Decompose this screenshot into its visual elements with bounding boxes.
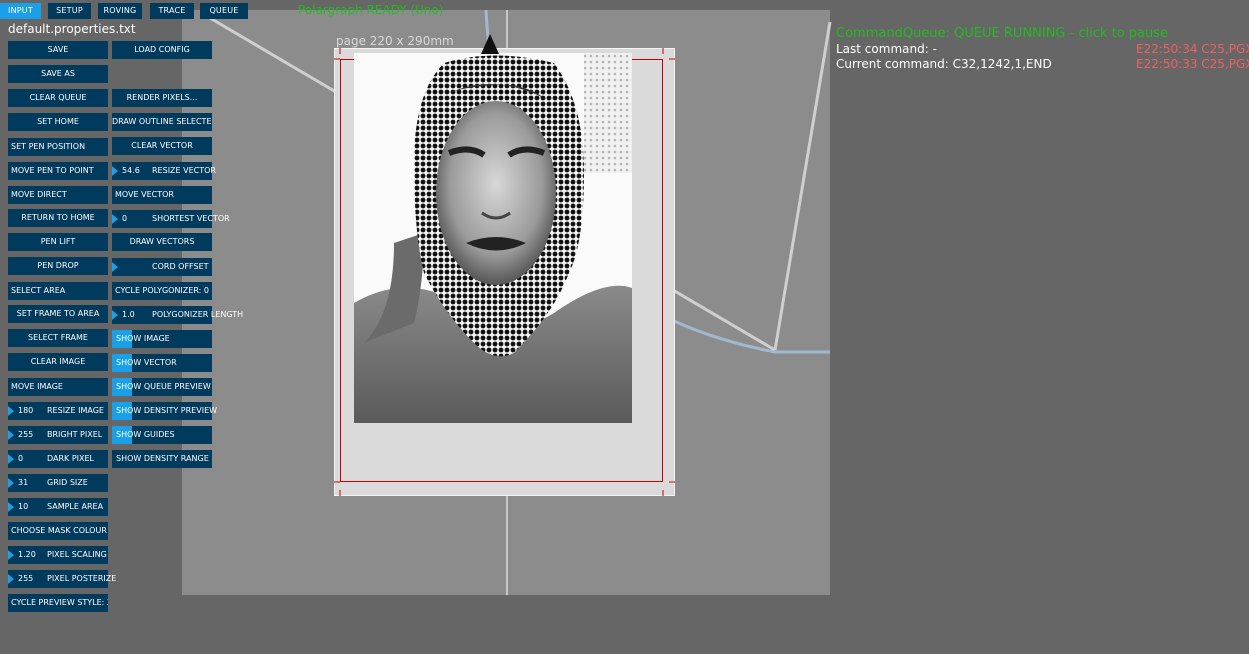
choose-mask-colour-button[interactable]: CHOOSE MASK COLOUR: [8, 522, 108, 540]
increment-arrow-icon: [8, 502, 14, 512]
increment-arrow-icon: [112, 310, 118, 320]
right-cord-line: [773, 21, 832, 351]
image-top-spike: [481, 34, 499, 54]
set-home-button[interactable]: SET HOME: [8, 113, 108, 131]
show-density-range-toggle[interactable]: SHOW DENSITY RANGE: [112, 450, 212, 468]
grid-size-value: 31: [18, 478, 29, 487]
resize-image-label: RESIZE IMAGE: [47, 406, 104, 415]
pixel-scaling-value: 1.20: [18, 550, 36, 559]
queue-status-toggle[interactable]: CommandQueue: QUEUE RUNNING - click to p…: [836, 26, 1168, 41]
show-queue-preview-label: SHOW QUEUE PREVIEW: [116, 382, 211, 391]
draw-vectors-button[interactable]: DRAW VECTORS: [112, 233, 212, 251]
pen-lift-button[interactable]: PEN LIFT: [8, 233, 108, 251]
polargraph-status: Polargraph READY (Uno): [298, 3, 444, 17]
pixel-scaling-label: PIXEL SCALING: [47, 550, 107, 559]
pixel-posterize-value: 255: [18, 574, 34, 583]
increment-arrow-icon: [8, 550, 14, 560]
resize-vector-label: RESIZE VECTOR: [152, 166, 216, 175]
polygonizer-length-value: 1.0: [122, 310, 135, 319]
grid-size-control[interactable]: 31 GRID SIZE: [8, 474, 108, 492]
move-vector-button[interactable]: MOVE VECTOR: [112, 186, 212, 204]
sample-area-value: 10: [18, 502, 29, 511]
increment-arrow-icon: [112, 262, 118, 272]
move-pen-to-point-button[interactable]: MOVE PEN TO POINT: [8, 162, 108, 180]
page-label: page 220 x 290mm: [336, 34, 454, 48]
show-density-preview-label: SHOW DENSITY PREVIEW: [116, 406, 218, 415]
dark-pixel-value: 0: [18, 454, 24, 463]
load-config-button[interactable]: LOAD CONFIG: [112, 41, 212, 59]
show-guides-toggle[interactable]: SHOW GUIDES: [112, 426, 212, 444]
draw-outline-selected-button[interactable]: DRAW OUTLINE SELECTED: [112, 113, 212, 131]
sample-area-control[interactable]: 10 SAMPLE AREA: [8, 498, 108, 516]
current-command-text: Current command: C32,1242,1,END: [836, 57, 1052, 71]
select-frame-button[interactable]: SELECT FRAME: [8, 329, 108, 347]
shortest-vector-label: SHORTEST VECTOR: [152, 214, 230, 223]
show-density-preview-toggle[interactable]: SHOW DENSITY PREVIEW: [112, 402, 217, 420]
show-vector-label: SHOW VECTOR: [116, 358, 177, 367]
dark-pixel-label: DARK PIXEL: [47, 454, 95, 463]
bright-pixel-control[interactable]: 255 BRIGHT PIXEL: [8, 426, 108, 444]
resize-vector-control[interactable]: 54.6 RESIZE VECTOR: [112, 162, 216, 180]
show-guides-label: SHOW GUIDES: [116, 430, 175, 439]
increment-arrow-icon: [8, 406, 14, 416]
resize-image-control[interactable]: 180 RESIZE IMAGE: [8, 402, 108, 420]
shortest-vector-control[interactable]: 0 SHORTEST VECTOR: [112, 210, 230, 228]
bright-pixel-label: BRIGHT PIXEL: [47, 430, 103, 439]
pixel-posterize-label: PIXEL POSTERIZE: [47, 574, 117, 583]
show-image-label: SHOW IMAGE: [116, 334, 170, 343]
tab-queue[interactable]: QUEUE: [200, 3, 248, 19]
show-image-toggle[interactable]: SHOW IMAGE: [112, 330, 212, 348]
last-command-timestamp: E22:50:34 C25,PGX: [1136, 42, 1249, 56]
set-frame-to-area-button[interactable]: SET FRAME TO AREA: [8, 305, 108, 323]
move-direct-button[interactable]: MOVE DIRECT: [8, 186, 108, 204]
set-pen-position-button[interactable]: SET PEN POSITION: [8, 138, 108, 156]
cycle-polygonizer-button[interactable]: CYCLE POLYGONIZER: 0: [112, 282, 212, 300]
pixel-scaling-control[interactable]: 1.20 PIXEL SCALING: [8, 546, 108, 564]
clear-queue-button[interactable]: CLEAR QUEUE: [8, 89, 108, 107]
increment-arrow-icon: [8, 478, 14, 488]
resize-vector-value: 54.6: [122, 166, 140, 175]
cycle-preview-style-button[interactable]: CYCLE PREVIEW STYLE: 2: [8, 594, 108, 612]
sample-area-label: SAMPLE AREA: [47, 502, 104, 511]
tab-setup[interactable]: SETUP: [48, 3, 91, 19]
current-command-timestamp: E22:50:33 C25,PGX: [1136, 57, 1249, 71]
return-to-home-button[interactable]: RETURN TO HOME: [8, 209, 108, 227]
increment-arrow-icon: [8, 454, 14, 464]
last-command-text: Last command: -: [836, 42, 937, 56]
properties-filename: default.properties.txt: [8, 22, 136, 36]
polygonizer-length-label: POLYGONIZER LENGTH: [152, 310, 244, 319]
clear-vector-button[interactable]: CLEAR VECTOR: [112, 137, 212, 155]
cord-offset-control[interactable]: CORD OFFSET: [112, 258, 212, 276]
polygonizer-length-control[interactable]: 1.0 POLYGONIZER LENGTH: [112, 306, 243, 324]
save-as-button[interactable]: SAVE AS: [8, 65, 108, 83]
tab-trace[interactable]: TRACE: [150, 3, 194, 19]
resize-image-value: 180: [18, 406, 34, 415]
show-density-range-label: SHOW DENSITY RANGE: [116, 454, 209, 463]
increment-arrow-icon: [112, 214, 118, 224]
cord-offset-label: CORD OFFSET: [152, 262, 209, 271]
move-image-button[interactable]: MOVE IMAGE: [8, 378, 108, 396]
tab-roving[interactable]: ROVING: [98, 3, 142, 19]
bright-pixel-value: 255: [18, 430, 34, 439]
pixel-posterize-control[interactable]: 255 PIXEL POSTERIZE: [8, 570, 116, 588]
dark-pixel-control[interactable]: 0 DARK PIXEL: [8, 450, 108, 468]
halftone-portrait-image[interactable]: [354, 53, 632, 423]
shortest-vector-value: 0: [122, 214, 128, 223]
select-area-button[interactable]: SELECT AREA: [8, 282, 108, 300]
grid-size-label: GRID SIZE: [47, 478, 88, 487]
show-queue-preview-toggle[interactable]: SHOW QUEUE PREVIEW: [112, 378, 212, 396]
clear-image-button[interactable]: CLEAR IMAGE: [8, 353, 108, 371]
increment-arrow-icon: [8, 430, 14, 440]
render-pixels-button[interactable]: RENDER PIXELS...: [112, 89, 212, 107]
increment-arrow-icon: [8, 574, 14, 584]
tab-input[interactable]: INPUT: [0, 3, 41, 19]
increment-arrow-icon: [112, 166, 118, 176]
show-vector-toggle[interactable]: SHOW VECTOR: [112, 354, 212, 372]
save-button[interactable]: SAVE: [8, 41, 108, 59]
pen-drop-button[interactable]: PEN DROP: [8, 257, 108, 275]
